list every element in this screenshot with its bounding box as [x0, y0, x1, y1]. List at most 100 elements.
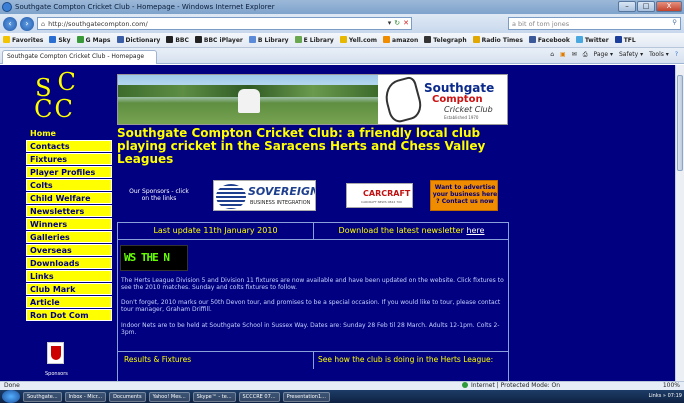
search-icon[interactable]: ⚲: [672, 18, 677, 26]
fav-item[interactable]: Radio Times: [472, 36, 523, 44]
mail-icon[interactable]: ✉: [572, 51, 577, 59]
address-toolbar: ‹ › ⌂ http://southgatecompton.com/ ▾ ↻ ✕…: [0, 14, 684, 33]
fav-item[interactable]: BBC iPlayer: [194, 36, 243, 44]
ie-logo-icon: [2, 2, 12, 12]
site-menu: Home Contacts Fixtures Player Profiles C…: [26, 127, 112, 322]
feeds-icon[interactable]: ▣: [560, 51, 566, 59]
zoom-level[interactable]: 100%: [663, 382, 680, 390]
address-field[interactable]: ⌂ http://southgatecompton.com/ ▾ ↻ ✕: [37, 17, 412, 30]
taskbar-item[interactable]: SCCCRE 07...: [238, 391, 280, 402]
tab-homepage[interactable]: Southgate Compton Cricket Club - Homepag…: [2, 50, 157, 64]
back-button[interactable]: ‹: [3, 16, 17, 31]
fav-item[interactable]: TFL: [614, 36, 636, 44]
fav-item[interactable]: amazon: [383, 36, 418, 44]
maximize-button[interactable]: □: [637, 1, 655, 12]
fav-item[interactable]: E Library: [294, 36, 334, 44]
web-page: S C CC Home Contacts Fixtures Player Profi…: [0, 65, 675, 381]
fav-item[interactable]: B Library: [248, 36, 289, 44]
sponsors-label: Our Sponsors - click on the links: [129, 188, 189, 202]
menu-club-mark[interactable]: Club Mark: [26, 283, 112, 295]
menu-home[interactable]: Home: [26, 127, 112, 140]
help-icon[interactable]: ?: [675, 51, 678, 59]
address-url: http://southgatecompton.com/: [48, 19, 148, 28]
scrollbar-thumb[interactable]: [677, 75, 683, 171]
menu-winners[interactable]: Winners: [26, 218, 112, 230]
advertise-text: Want to advertise your business here ? C…: [432, 184, 498, 205]
news-paragraph: Indoor Nets are to be held at Southgate …: [121, 322, 500, 336]
taskbar-item[interactable]: Yahoo! Mes...: [148, 391, 190, 402]
stop-icon[interactable]: ✕: [403, 19, 409, 27]
news-paragraph: Don't forget, 2010 marks our 50th Devon …: [121, 299, 501, 313]
clubmark-badge-icon[interactable]: [47, 342, 64, 364]
menu-ron-dot-com[interactable]: Ron Dot Com: [26, 309, 112, 321]
fav-item[interactable]: Facebook: [528, 36, 570, 44]
minimize-button[interactable]: –: [618, 1, 636, 12]
club-logo[interactable]: S C CC: [30, 70, 76, 128]
page-icon: ⌂: [41, 19, 46, 28]
browser-window: Southgate Compton Cricket Club - Homepag…: [0, 0, 684, 403]
menu-contacts[interactable]: Contacts: [26, 140, 112, 152]
sovereign-name: SOVEREIGN: [248, 185, 316, 198]
fav-item[interactable]: Favorites: [3, 36, 43, 44]
fav-item[interactable]: Sky: [49, 36, 71, 44]
menu-galleries[interactable]: Galleries: [26, 231, 112, 243]
start-button[interactable]: [2, 390, 20, 403]
crest-name-3: Cricket Club: [444, 105, 493, 114]
fav-item[interactable]: Telegraph: [424, 36, 467, 44]
newsletter-link[interactable]: here: [466, 226, 484, 235]
menu-child-welfare[interactable]: Child Welfare: [26, 192, 112, 204]
taskbar-item[interactable]: Presentation1...: [282, 391, 330, 402]
menu-links[interactable]: Links: [26, 270, 112, 282]
menu-article[interactable]: Article: [26, 296, 112, 308]
results-fixtures-label[interactable]: Results & Fixtures: [118, 352, 314, 369]
newsletter-cell: Download the latest newsletter here: [315, 223, 508, 240]
crest-name-1: Southgate: [424, 81, 495, 95]
carcraft-sub: CARCRAFT NEWS 0844 700: [361, 200, 402, 204]
league-label: See how the club is doing in the Herts L…: [318, 355, 494, 364]
forward-button[interactable]: ›: [20, 16, 34, 31]
fav-item[interactable]: Twitter: [575, 36, 609, 44]
title-bar: Southgate Compton Cricket Club - Homepag…: [0, 0, 684, 14]
fav-item[interactable]: BBC: [166, 36, 189, 44]
vertical-scrollbar[interactable]: [675, 65, 684, 381]
favorites-bar: Favorites Sky G Maps Dictionary BBC BBC …: [0, 33, 684, 48]
menu-overseas[interactable]: Overseas: [26, 244, 112, 256]
sovereign-logo-icon: [216, 184, 246, 209]
command-bar: ⌂ ▣ ✉ ⎙ Page ▾ Safety ▾ Tools ▾ ?: [550, 51, 678, 59]
refresh-icon[interactable]: ↻: [394, 19, 400, 27]
taskbar: Southgate... Inbox - Micr... Documents Y…: [0, 390, 684, 403]
crest-name-2: Compton: [432, 94, 483, 105]
safety-menu[interactable]: Safety ▾: [619, 51, 643, 59]
status-bar: Done Internet | Protected Mode: On 100%: [0, 381, 684, 390]
page-headline: Southgate Compton Cricket Club: a friend…: [117, 126, 486, 166]
taskbar-item[interactable]: Documents: [109, 391, 146, 402]
fav-item[interactable]: Dictionary: [116, 36, 160, 44]
header-banner: Southgate Compton Cricket Club Establish…: [117, 74, 508, 125]
advertise-box[interactable]: Want to advertise your business here ? C…: [430, 180, 498, 211]
home-icon[interactable]: ⌂: [550, 51, 554, 59]
menu-downloads[interactable]: Downloads: [26, 257, 112, 269]
taskbar-item[interactable]: Skype™ - te...: [192, 391, 236, 402]
crest-established: Established 1970: [444, 115, 479, 120]
fav-item[interactable]: Yell.com: [339, 36, 377, 44]
system-tray: Links » 07:19: [648, 393, 683, 399]
taskbar-item[interactable]: Inbox - Micr...: [64, 391, 107, 402]
menu-newsletters[interactable]: Newsletters: [26, 205, 112, 217]
menu-fixtures[interactable]: Fixtures: [26, 153, 112, 165]
fav-item[interactable]: G Maps: [76, 36, 111, 44]
sponsor-sovereign[interactable]: SOVEREIGN BUSINESS INTEGRATION: [213, 180, 316, 211]
last-update: Last update 11th January 2010: [118, 223, 314, 240]
go-dropdown-icon[interactable]: ▾: [388, 19, 392, 27]
print-icon[interactable]: ⎙: [583, 51, 588, 59]
menu-player-profiles[interactable]: Player Profiles: [26, 166, 112, 178]
news-ticker-text: WS THE N: [124, 251, 170, 264]
tools-menu[interactable]: Tools ▾: [649, 51, 669, 59]
page-menu[interactable]: Page ▾: [594, 51, 613, 59]
sponsor-carcraft[interactable]: CARCRAFT CARCRAFT NEWS 0844 700: [346, 183, 413, 208]
search-input[interactable]: a bit of tom jones ⚲: [508, 17, 681, 30]
security-zone: Internet | Protected Mode: On: [462, 382, 560, 390]
taskbar-item[interactable]: Southgate...: [23, 391, 62, 402]
close-button[interactable]: X: [656, 1, 682, 12]
cricket-photo: [118, 75, 378, 124]
menu-colts[interactable]: Colts: [26, 179, 112, 191]
